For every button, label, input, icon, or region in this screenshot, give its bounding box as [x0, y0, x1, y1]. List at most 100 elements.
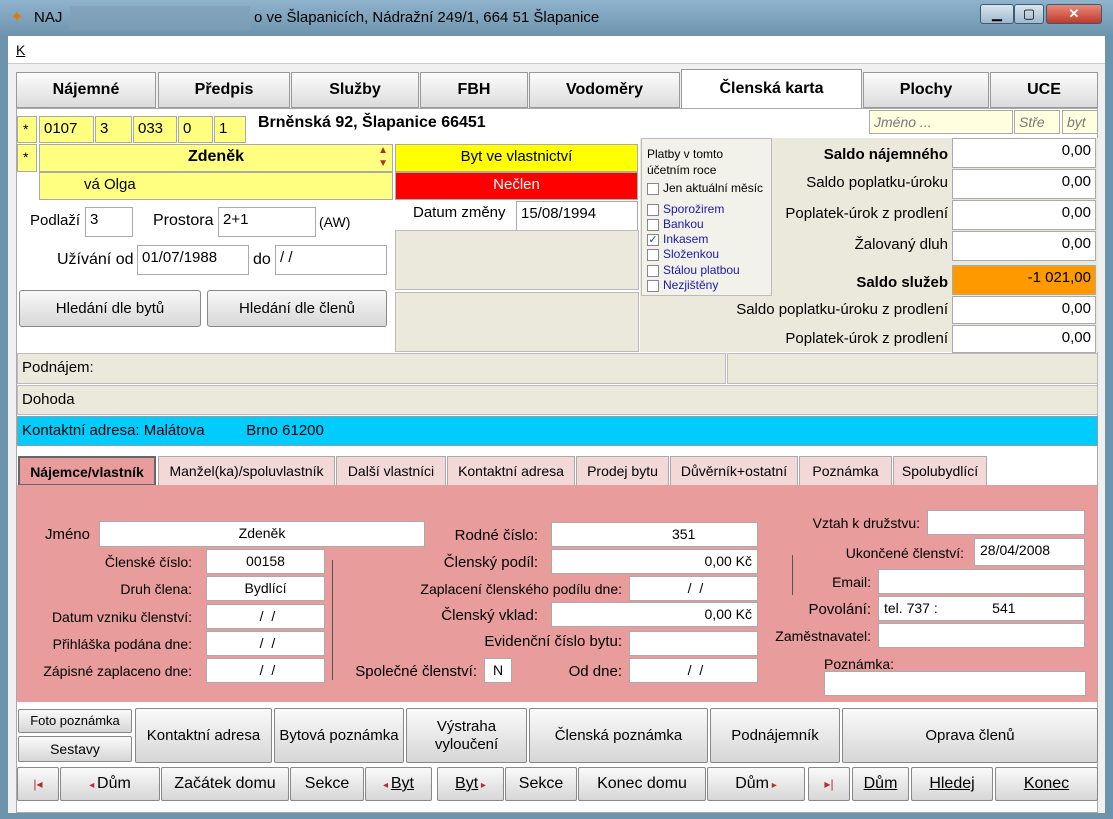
bankou-checkbox[interactable]: [647, 219, 659, 231]
prev-arrow-icon: ◂: [89, 780, 98, 791]
last-record-button[interactable]: ▸|: [808, 767, 850, 801]
change-date-input[interactable]: 15/08/1994: [516, 201, 638, 231]
slozenkou-label: Složenkou: [663, 247, 720, 261]
first-record-button[interactable]: |◂: [17, 767, 59, 801]
tab-vodomery[interactable]: Vodoměry: [529, 72, 680, 108]
member-since-input[interactable]: / /: [206, 604, 325, 629]
saldo-services-label: Saldo služeb: [856, 274, 948, 291]
tab-najemne[interactable]: Nájemné: [16, 72, 156, 108]
subtenant-button[interactable]: Podnájemník: [710, 708, 840, 763]
maximize-button[interactable]: ▢: [1014, 4, 1044, 24]
tab-plochy[interactable]: Plochy: [863, 72, 989, 108]
unit-code-house[interactable]: 0107: [39, 116, 94, 143]
scroll-up-icon[interactable]: ▲: [378, 145, 388, 157]
use-from-input[interactable]: 01/07/1988: [137, 245, 249, 275]
birth-number-label: Rodné číslo:: [454, 527, 538, 544]
unit-code-extra[interactable]: 1: [214, 116, 246, 143]
subtab-kontaktni-adresa[interactable]: Kontaktní adresa: [447, 456, 575, 486]
house-start-button[interactable]: Začátek domu: [161, 767, 289, 801]
tab-clenska-karta[interactable]: Členská karta: [681, 69, 862, 109]
relation-input[interactable]: [927, 510, 1085, 535]
change-date-label: Datum změny: [413, 204, 506, 221]
subtab-manzel[interactable]: Manžel(ka)/spoluvlastník: [158, 456, 335, 486]
unit-next-icon: ▸: [478, 780, 486, 791]
floor-input[interactable]: 3: [85, 207, 133, 237]
rooms-input[interactable]: 2+1: [218, 207, 316, 237]
fee-paid-input[interactable]: / /: [206, 658, 325, 683]
email-input[interactable]: [878, 569, 1085, 594]
person-primary-select[interactable]: Zdeněk ▲ ▼: [39, 144, 393, 172]
section-prev-button[interactable]: Sekce: [290, 767, 364, 801]
menu-item-k[interactable]: K: [16, 42, 25, 58]
subtab-najemce[interactable]: Nájemce/vlastník: [18, 456, 156, 486]
only-current-checkbox[interactable]: [647, 183, 659, 195]
search-by-member-button[interactable]: Hledání dle členů: [207, 290, 387, 327]
house-end-button[interactable]: Konec domu: [578, 767, 706, 801]
find-button[interactable]: Hledej: [911, 767, 993, 801]
minimize-button[interactable]: ▁: [980, 4, 1014, 24]
unit-prev-button[interactable]: ◂ Byt: [365, 767, 432, 801]
job-input[interactable]: tel. 737 : 541: [878, 596, 1085, 621]
subtab-dalsi-vlastnici[interactable]: Další vlastníci: [336, 456, 446, 486]
scroll-down-icon[interactable]: ▼: [378, 158, 388, 170]
tab-fbh[interactable]: FBH: [420, 72, 528, 108]
subtab-spolubydlici[interactable]: Spolubydlící: [893, 456, 987, 486]
note-input[interactable]: [824, 671, 1086, 696]
tab-predpis[interactable]: Předpis: [158, 72, 290, 108]
bankou-label: Bankou: [663, 217, 704, 231]
subtab-prodej-bytu[interactable]: Prodej bytu: [576, 456, 669, 486]
contact-address-row: Kontaktní adresa: Malátova Brno 61200: [17, 416, 1098, 446]
section-next-button[interactable]: Sekce: [505, 767, 577, 801]
use-to-label: do: [253, 251, 271, 268]
exit-button[interactable]: Konec: [995, 767, 1098, 801]
unit-evidence-input[interactable]: [629, 631, 758, 656]
birth-number-input[interactable]: 351: [551, 522, 758, 547]
last-record-icon: ▸: [824, 777, 831, 791]
first-record-icon: ◂: [36, 777, 43, 791]
joint-membership-input[interactable]: N: [484, 658, 512, 683]
employer-input[interactable]: [878, 623, 1085, 648]
search-by-unit-button[interactable]: Hledání dle bytů: [19, 290, 201, 327]
close-button[interactable]: ✕: [1046, 4, 1102, 24]
unit-code-sub[interactable]: 0: [178, 116, 213, 143]
from-date-input[interactable]: / /: [629, 658, 758, 683]
unit-note-button[interactable]: Bytová poznámka: [274, 708, 404, 763]
person-secondary[interactable]: vá Olga: [39, 172, 393, 200]
fix-members-button[interactable]: Oprava členů: [842, 708, 1098, 763]
tab-uce[interactable]: UCE: [990, 72, 1098, 108]
share-input[interactable]: 0,00 Kč: [551, 549, 758, 574]
member-name-input[interactable]: Zdeněk: [99, 521, 425, 547]
inkasem-checkbox[interactable]: ✓: [647, 234, 659, 246]
photo-note-button[interactable]: Foto poznámka: [18, 709, 132, 733]
sporozirem-checkbox[interactable]: [647, 204, 659, 216]
member-type-input[interactable]: Bydlící: [206, 576, 325, 601]
ended-label: Ukončené členství:: [845, 545, 964, 561]
stala-platba-checkbox[interactable]: [647, 265, 659, 277]
nezjisteny-checkbox[interactable]: [647, 280, 659, 292]
share-paid-input[interactable]: / /: [629, 576, 758, 601]
member-number-input[interactable]: 00158: [206, 549, 325, 574]
stre-search-input[interactable]: Stře: [1014, 110, 1060, 134]
unit-code-unit[interactable]: 033: [133, 116, 177, 143]
subtab-poznamka[interactable]: Poznámka: [799, 456, 892, 486]
member-note-button[interactable]: Členská poznámka: [529, 708, 708, 763]
reports-button[interactable]: Sestavy: [18, 736, 132, 762]
expulsion-warning-button[interactable]: Výstraha vyloučení: [406, 708, 527, 763]
house-button[interactable]: Dům: [852, 767, 909, 801]
stala-platba-label: Stálou platbou: [663, 263, 740, 277]
subtab-duvernik[interactable]: Důvěrník+ostatní: [670, 456, 798, 486]
application-date-input[interactable]: / /: [206, 631, 325, 656]
use-to-input[interactable]: / /: [275, 245, 387, 275]
byt-search-input[interactable]: byt: [1062, 110, 1098, 134]
house-next-button[interactable]: Dům ▸: [707, 767, 805, 801]
name-search-input[interactable]: Jméno ...: [869, 110, 1013, 134]
slozenkou-checkbox[interactable]: [647, 249, 659, 261]
contact-address-button[interactable]: Kontaktní adresa: [135, 708, 272, 763]
ended-input[interactable]: 28/04/2008: [974, 538, 1085, 566]
house-prev-button[interactable]: ◂ Dům: [60, 767, 160, 801]
unit-code-entrance[interactable]: 3: [95, 116, 132, 143]
tab-sluzby[interactable]: Služby: [291, 72, 419, 108]
deposit-input[interactable]: 0,00 Kč: [551, 602, 758, 627]
saldo-fee-value: 0,00: [952, 169, 1096, 199]
unit-next-button[interactable]: Byt ▸: [437, 767, 504, 801]
